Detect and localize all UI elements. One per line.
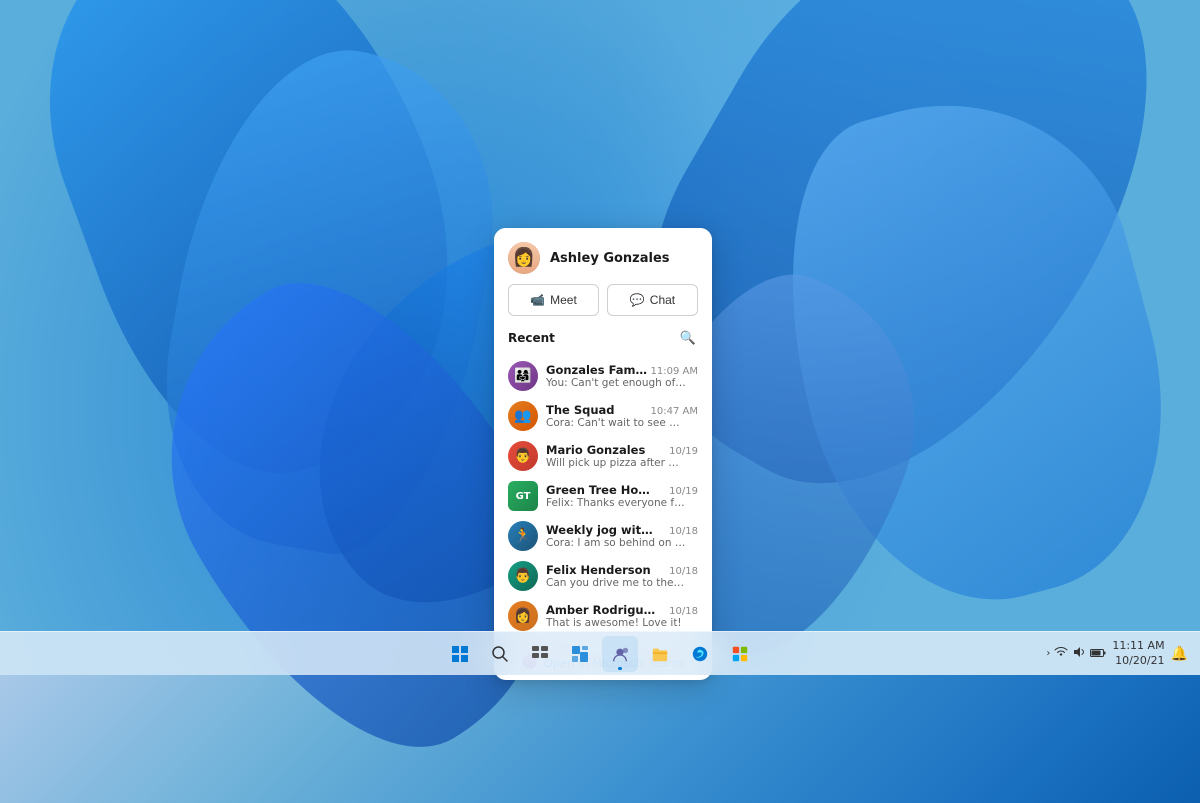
battery-icon[interactable] xyxy=(1090,647,1106,661)
chat-item-info: Green Tree House PTA 10/19 Felix: Thanks… xyxy=(546,483,698,509)
meet-button[interactable]: 📹 Meet xyxy=(508,284,599,316)
list-item[interactable]: 👨 Mario Gonzales 10/19 Will pick up pizz… xyxy=(508,436,698,476)
avatar: GT xyxy=(508,481,538,511)
chat-panel-header: 👩 Ashley Gonzales xyxy=(494,228,712,284)
list-item[interactable]: 👩 Amber Rodriguez 10/18 That is awesome!… xyxy=(508,596,698,636)
taskbar-icon-widgets[interactable] xyxy=(562,636,598,672)
chat-name: Weekly jog with Cora xyxy=(546,523,656,537)
list-item[interactable]: 👨 Felix Henderson 10/18 Can you drive me… xyxy=(508,556,698,596)
list-item[interactable]: 🏃 Weekly jog with Cora 10/18 Cora: I am … xyxy=(508,516,698,556)
chevron-icon[interactable]: › xyxy=(1046,648,1050,659)
chat-icon: 💬 xyxy=(630,293,645,307)
recent-header: Recent 🔍 xyxy=(508,328,698,348)
recent-section: Recent 🔍 👨‍👩‍👧 Gonzales Family 11:09 AM … xyxy=(494,328,712,644)
avatar: 👩 xyxy=(508,601,538,631)
taskbar-icon-taskview[interactable] xyxy=(522,636,558,672)
chat-name: Amber Rodriguez xyxy=(546,603,656,617)
chat-name: Mario Gonzales xyxy=(546,443,645,457)
taskbar: › xyxy=(0,631,1200,675)
taskbar-icon-edge[interactable] xyxy=(682,636,718,672)
notification-icon[interactable]: 🔔 xyxy=(1171,646,1188,662)
list-item[interactable]: 👥 The Squad 10:47 AM Cora: Can't wait to… xyxy=(508,396,698,436)
taskbar-icon-search[interactable] xyxy=(482,636,518,672)
chat-preview: Felix: Thanks everyone for attending tod… xyxy=(546,497,686,509)
search-icon[interactable]: 🔍 xyxy=(678,328,698,348)
avatar: 👩 xyxy=(508,242,540,274)
wifi-icon[interactable] xyxy=(1054,645,1068,662)
chat-item-info: Felix Henderson 10/18 Can you drive me t… xyxy=(546,563,698,589)
avatar: 👨 xyxy=(508,561,538,591)
chat-name: The Squad xyxy=(546,403,615,417)
chat-time: 10/19 xyxy=(669,446,698,457)
chat-preview: You: Can't get enough of her. xyxy=(546,377,686,389)
list-item[interactable]: GT Green Tree House PTA 10/19 Felix: Tha… xyxy=(508,476,698,516)
recent-label: Recent xyxy=(508,331,555,345)
chat-time: 10:47 AM xyxy=(651,406,698,417)
chat-item-info: Amber Rodriguez 10/18 That is awesome! L… xyxy=(546,603,698,629)
list-item[interactable]: 👨‍👩‍👧 Gonzales Family 11:09 AM You: Can'… xyxy=(508,356,698,396)
video-icon: 📹 xyxy=(530,293,545,307)
date-display: 10/20/21 xyxy=(1112,654,1164,668)
meet-label: Meet xyxy=(550,293,577,307)
chat-time: 10/18 xyxy=(669,566,698,577)
chat-name: Felix Henderson xyxy=(546,563,651,577)
chat-item-info: Weekly jog with Cora 10/18 Cora: I am so… xyxy=(546,523,698,549)
chat-preview: Cora: Can't wait to see everyone! xyxy=(546,417,686,429)
taskbar-icon-store[interactable] xyxy=(722,636,758,672)
chat-item-info: Gonzales Family 11:09 AM You: Can't get … xyxy=(546,363,698,389)
chat-button[interactable]: 💬 Chat xyxy=(607,284,698,316)
chat-name: Green Tree House PTA xyxy=(546,483,656,497)
action-buttons: 📹 Meet 💬 Chat xyxy=(494,284,712,328)
taskbar-right: › xyxy=(1046,639,1188,668)
chat-preview: Cora: I am so behind on my step goals. xyxy=(546,537,686,549)
chat-name: Gonzales Family xyxy=(546,363,651,377)
avatar: 👨‍👩‍👧 xyxy=(508,361,538,391)
avatar: 👥 xyxy=(508,401,538,431)
chat-time: 10/19 xyxy=(669,486,698,497)
chat-item-info: The Squad 10:47 AM Cora: Can't wait to s… xyxy=(546,403,698,429)
taskbar-icon-chat[interactable] xyxy=(602,636,638,672)
taskbar-icon-explorer[interactable] xyxy=(642,636,678,672)
chat-preview: Can you drive me to the PTA today? xyxy=(546,577,686,589)
contact-name: Ashley Gonzales xyxy=(550,251,670,266)
chat-time: 11:09 AM xyxy=(651,366,698,377)
avatar-image: 👩 xyxy=(508,242,540,274)
chat-label: Chat xyxy=(650,293,675,307)
avatar: 👨 xyxy=(508,441,538,471)
chat-preview: That is awesome! Love it! xyxy=(546,617,686,629)
time-display: 11:11 AM xyxy=(1112,639,1164,653)
chat-time: 10/18 xyxy=(669,526,698,537)
taskbar-icon-start[interactable] xyxy=(442,636,478,672)
avatar: 🏃 xyxy=(508,521,538,551)
chat-preview: Will pick up pizza after my practice. xyxy=(546,457,686,469)
volume-icon[interactable] xyxy=(1072,645,1086,662)
chat-time: 10/18 xyxy=(669,606,698,617)
chat-panel: 👩 Ashley Gonzales 📹 Meet 💬 Chat Recent 🔍… xyxy=(494,228,712,680)
chat-item-info: Mario Gonzales 10/19 Will pick up pizza … xyxy=(546,443,698,469)
systray: › xyxy=(1046,645,1106,662)
datetime[interactable]: 11:11 AM 10/20/21 xyxy=(1112,639,1164,668)
taskbar-center xyxy=(442,636,758,672)
